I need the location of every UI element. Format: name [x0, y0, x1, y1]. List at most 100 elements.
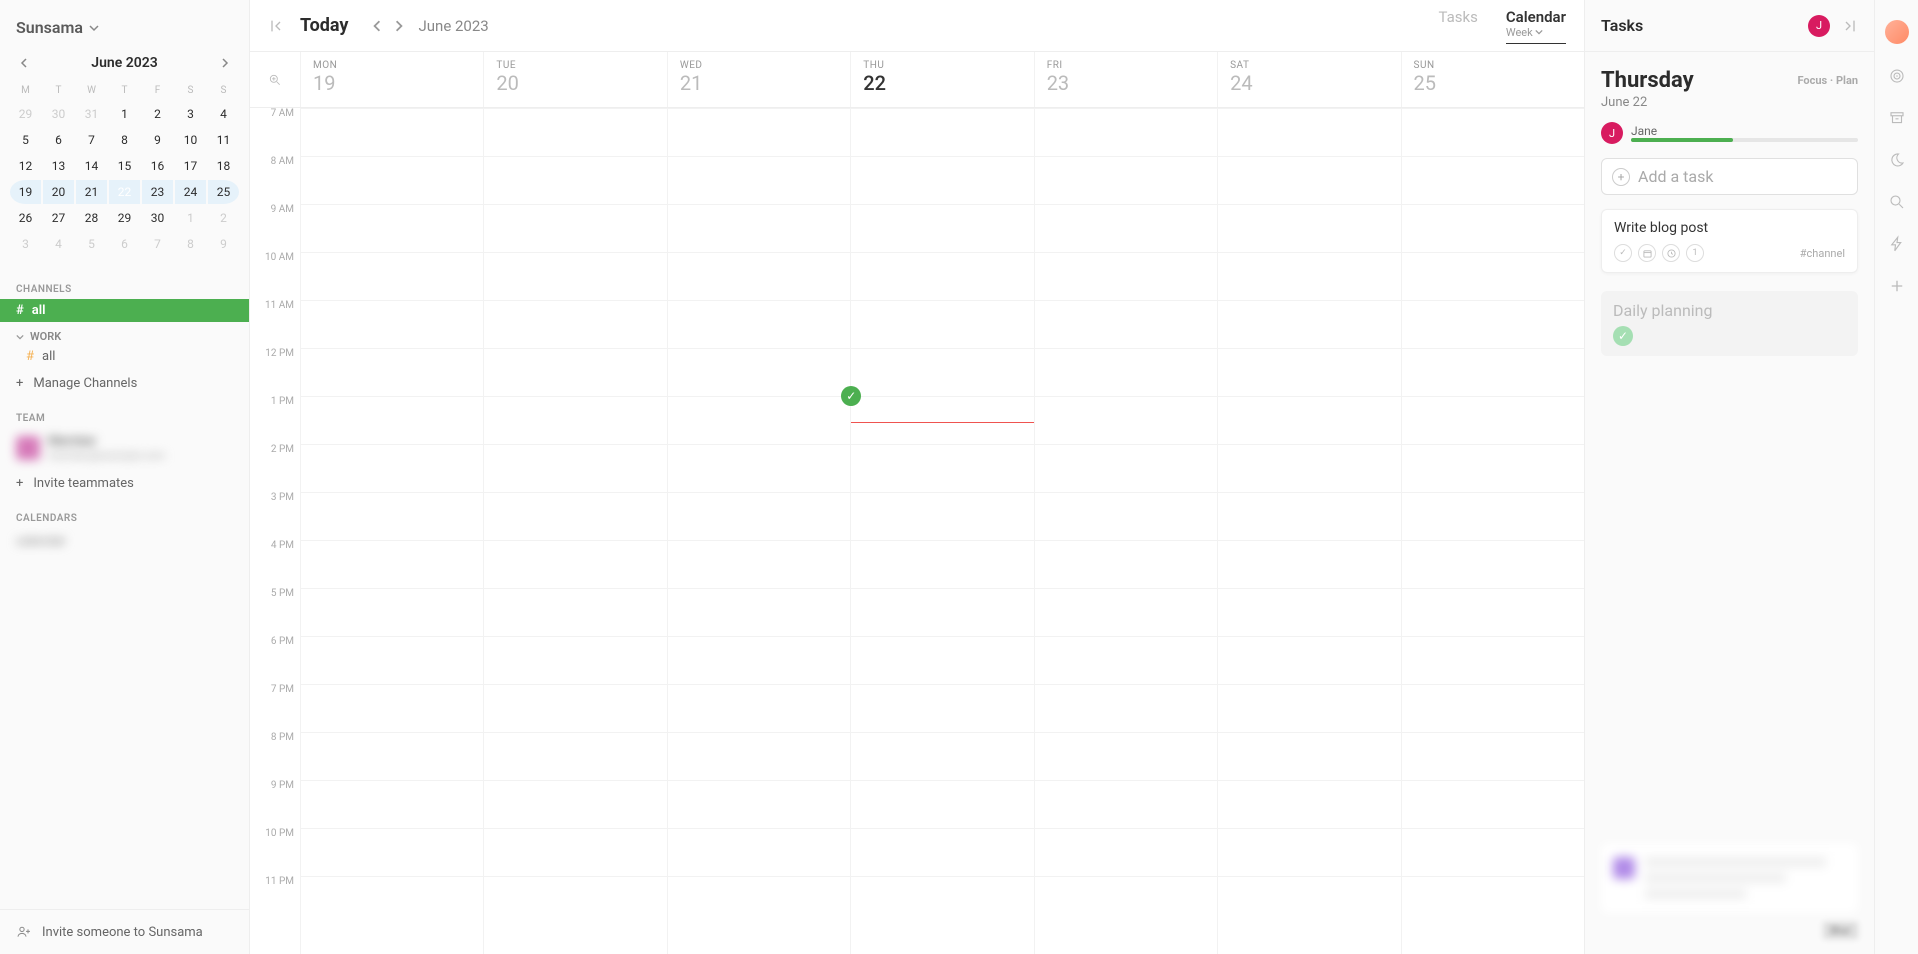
- mini-cal-day[interactable]: 6: [43, 128, 74, 152]
- mini-cal-day[interactable]: 13: [43, 154, 74, 178]
- mini-cal-day[interactable]: 4: [208, 102, 239, 126]
- calendar-view-mode[interactable]: Week: [1506, 26, 1566, 39]
- mini-cal-day[interactable]: 27: [43, 206, 74, 230]
- mini-cal-day[interactable]: 16: [142, 154, 173, 178]
- mini-cal-day[interactable]: 18: [208, 154, 239, 178]
- day-number: 22: [863, 71, 1021, 95]
- day-column[interactable]: ✓: [850, 108, 1033, 954]
- mini-cal-day[interactable]: 8: [175, 232, 206, 256]
- mini-cal-day[interactable]: 29: [109, 206, 140, 230]
- day-header[interactable]: MON19: [300, 52, 483, 107]
- mini-cal-day[interactable]: 2: [142, 102, 173, 126]
- mini-cal-day[interactable]: 5: [10, 128, 41, 152]
- collapse-panel-button[interactable]: [1842, 18, 1858, 34]
- bolt-icon[interactable]: [1887, 234, 1907, 254]
- mini-cal-day[interactable]: 29: [10, 102, 41, 126]
- mini-cal-day[interactable]: 1: [175, 206, 206, 230]
- moon-icon[interactable]: [1887, 150, 1907, 170]
- day-column[interactable]: [1034, 108, 1217, 954]
- tab-calendar[interactable]: Calendar Week: [1506, 8, 1566, 44]
- day-column[interactable]: [300, 108, 483, 954]
- mini-cal-day[interactable]: 14: [76, 154, 107, 178]
- day-header[interactable]: TUE20: [483, 52, 666, 107]
- user-avatar[interactable]: J: [1808, 15, 1830, 37]
- mini-cal-day[interactable]: 4: [43, 232, 74, 256]
- focus-link[interactable]: Focus: [1797, 74, 1827, 87]
- mini-cal-day[interactable]: 19: [10, 180, 41, 204]
- zoom-button[interactable]: [250, 52, 300, 107]
- mini-cal-day[interactable]: 2: [208, 206, 239, 230]
- mini-cal-day[interactable]: 23: [142, 180, 173, 204]
- invite-someone-button[interactable]: Invite someone to Sunsama: [0, 909, 249, 954]
- mini-cal-day[interactable]: 22: [109, 180, 140, 204]
- archive-icon[interactable]: [1887, 108, 1907, 128]
- add-task-input[interactable]: + Add a task: [1601, 158, 1858, 195]
- calendar-icon[interactable]: [1638, 244, 1656, 262]
- mini-cal-day[interactable]: 21: [76, 180, 107, 204]
- mini-cal-day[interactable]: 3: [10, 232, 41, 256]
- mini-cal-day[interactable]: 30: [43, 102, 74, 126]
- channel-all[interactable]: # all: [0, 299, 249, 322]
- mini-cal-day[interactable]: 9: [208, 232, 239, 256]
- calendars-section-label: CALENDARS: [0, 499, 249, 528]
- mini-cal-day[interactable]: 11: [208, 128, 239, 152]
- go-to-start-button[interactable]: [268, 18, 284, 34]
- day-header[interactable]: WED21: [667, 52, 850, 107]
- mini-cal-day[interactable]: 15: [109, 154, 140, 178]
- mini-cal-day[interactable]: 20: [43, 180, 74, 204]
- rail-profile-icon[interactable]: [1885, 20, 1909, 44]
- day-column[interactable]: [667, 108, 850, 954]
- mini-cal-day[interactable]: 8: [109, 128, 140, 152]
- day-column[interactable]: [1217, 108, 1400, 954]
- completed-event-marker[interactable]: ✓: [841, 386, 861, 406]
- task-card[interactable]: Write blog post ✓ 1 #channel: [1601, 209, 1858, 273]
- mini-cal-day[interactable]: 1: [109, 102, 140, 126]
- mini-cal-day[interactable]: 7: [76, 128, 107, 152]
- daily-planning-card[interactable]: Daily planning ✓: [1601, 291, 1858, 356]
- tab-tasks[interactable]: Tasks: [1439, 8, 1478, 44]
- date-prev-button[interactable]: [367, 16, 387, 36]
- target-icon[interactable]: [1887, 66, 1907, 86]
- calendar-entry[interactable]: calendar: [0, 528, 249, 555]
- mini-cal-day[interactable]: 6: [109, 232, 140, 256]
- mini-cal-day[interactable]: 5: [76, 232, 107, 256]
- mini-cal-day[interactable]: 24: [175, 180, 206, 204]
- check-circle-icon[interactable]: ✓: [1614, 244, 1632, 262]
- manage-channels[interactable]: + Manage Channels: [0, 368, 249, 399]
- channel-work-all[interactable]: # all: [0, 345, 249, 368]
- mini-cal-day[interactable]: 12: [10, 154, 41, 178]
- collapse-left-icon: [268, 18, 284, 34]
- plan-link[interactable]: Plan: [1836, 74, 1858, 87]
- mini-cal-day[interactable]: 30: [142, 206, 173, 230]
- day-header[interactable]: FRI23: [1034, 52, 1217, 107]
- add-icon[interactable]: [1887, 276, 1907, 296]
- search-icon[interactable]: [1887, 192, 1907, 212]
- mini-cal-day[interactable]: 9: [142, 128, 173, 152]
- day-header[interactable]: SUN25: [1401, 52, 1584, 107]
- mini-cal-day[interactable]: 25: [208, 180, 239, 204]
- day-column[interactable]: [483, 108, 666, 954]
- work-group-toggle[interactable]: WORK: [0, 322, 249, 345]
- integration-card[interactable]: [1601, 843, 1858, 913]
- day-column[interactable]: [1401, 108, 1584, 954]
- invite-teammates[interactable]: + Invite teammates: [0, 468, 249, 499]
- subtask-count-icon[interactable]: 1: [1686, 244, 1704, 262]
- mini-cal-day[interactable]: 7: [142, 232, 173, 256]
- mini-cal-day[interactable]: 10: [175, 128, 206, 152]
- day-header[interactable]: THU22: [850, 52, 1033, 107]
- mini-cal-day[interactable]: 26: [10, 206, 41, 230]
- today-button[interactable]: Today: [300, 15, 349, 36]
- mini-cal-day[interactable]: 28: [76, 206, 107, 230]
- mini-cal-prev[interactable]: [14, 53, 34, 73]
- mini-cal-next[interactable]: [215, 53, 235, 73]
- mini-cal-day[interactable]: 3: [175, 102, 206, 126]
- calendar-grid[interactable]: 7 AM8 AM9 AM10 AM11 AM12 PM1 PM2 PM3 PM4…: [250, 108, 1584, 954]
- mini-cal-day[interactable]: 17: [175, 154, 206, 178]
- day-header[interactable]: SAT24: [1217, 52, 1400, 107]
- tasks-panel: Tasks J Thursday Focus · Plan June 22 J …: [1584, 0, 1874, 954]
- mini-cal-day[interactable]: 31: [76, 102, 107, 126]
- team-member[interactable]: Member member@example.com: [0, 428, 249, 468]
- workspace-switcher[interactable]: Sunsama: [0, 0, 249, 45]
- clock-icon[interactable]: [1662, 244, 1680, 262]
- date-next-button[interactable]: [389, 16, 409, 36]
